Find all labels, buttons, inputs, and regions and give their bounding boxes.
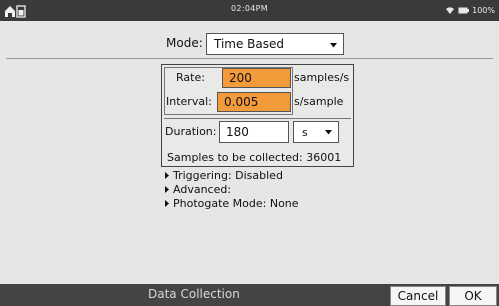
rate-unit: samples/s: [294, 71, 350, 84]
photogate-expander[interactable]: Photogate Mode: None: [164, 196, 299, 210]
bottom-bar: Data Collection Cancel OK: [0, 284, 499, 306]
advanced-expander[interactable]: Advanced:: [164, 182, 299, 196]
triggering-expander[interactable]: Triggering: Disabled: [164, 168, 299, 182]
panel-separator: [164, 118, 351, 119]
screen-title: Data Collection: [148, 287, 240, 301]
chevron-right-icon: [165, 171, 169, 179]
chevron-right-icon: [165, 185, 169, 193]
battery-percent: 100%: [472, 5, 495, 15]
rate-value: 200: [229, 71, 252, 85]
mode-row: Mode: Time Based: [0, 30, 499, 56]
chevron-right-icon: [165, 199, 169, 207]
rate-label: Rate:: [176, 71, 205, 84]
chevron-down-icon: [325, 130, 332, 135]
battery-icon: [458, 7, 470, 13]
duration-label: Duration:: [165, 125, 217, 138]
photogate-label: Photogate Mode: None: [173, 196, 299, 210]
duration-input[interactable]: 180: [219, 121, 289, 143]
data-collection-screen: 02:04PM 100% Mode: Time Based Rate: 200: [0, 0, 499, 306]
rate-panel: Rate: 200 samples/s Interval: 0.005 s/sa…: [161, 64, 354, 167]
interval-input[interactable]: 0.005: [217, 92, 291, 112]
triggering-label: Triggering: Disabled: [173, 168, 283, 182]
wifi-icon: [446, 6, 455, 14]
interval-label: Interval:: [166, 95, 212, 108]
ok-button[interactable]: OK: [449, 286, 497, 306]
cancel-button[interactable]: Cancel: [390, 286, 446, 306]
chevron-down-icon: [330, 43, 337, 48]
rate-input[interactable]: 200: [222, 68, 291, 88]
samples-count-text: Samples to be collected: 36001: [167, 151, 342, 164]
mode-label: Mode:: [166, 36, 203, 50]
duration-unit-select[interactable]: s: [293, 121, 339, 143]
duration-unit-value: s: [302, 126, 308, 139]
interval-value: 0.005: [224, 95, 259, 109]
status-bar: 02:04PM 100%: [0, 0, 499, 21]
interval-unit: s/sample: [294, 95, 344, 108]
duration-value: 180: [226, 125, 249, 139]
expander-list: Triggering: Disabled Advanced: Photogate…: [164, 168, 299, 210]
advanced-label: Advanced:: [173, 182, 232, 196]
mode-select[interactable]: Time Based: [206, 33, 344, 55]
status-indicators: 100%: [445, 4, 495, 16]
mode-value: Time Based: [214, 37, 285, 51]
clock-time: 02:04PM: [231, 4, 268, 13]
divider: [6, 58, 493, 59]
